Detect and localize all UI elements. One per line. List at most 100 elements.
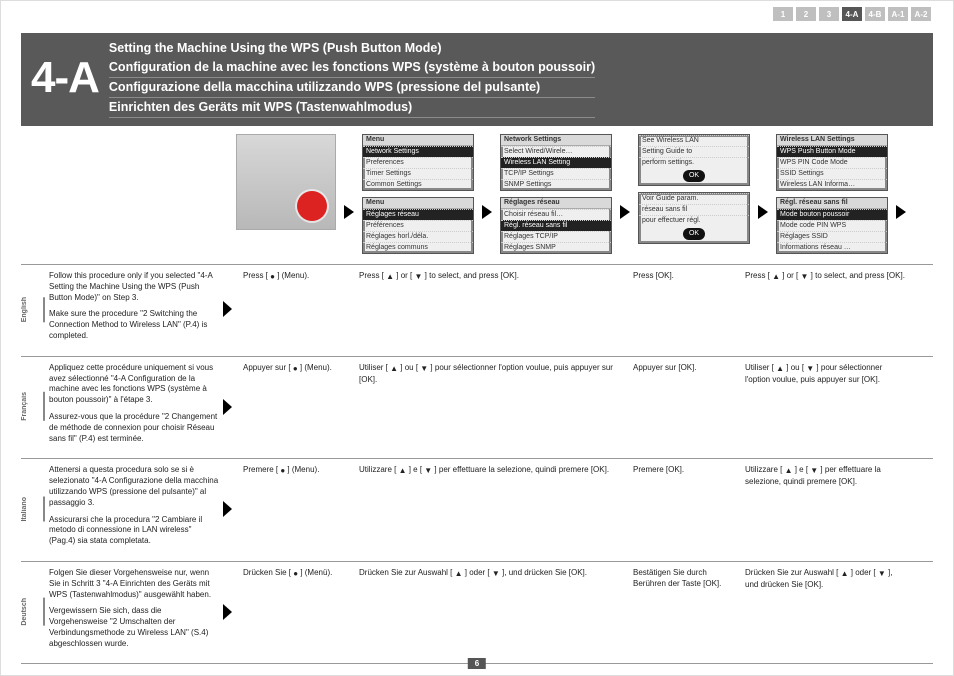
col-select-updown: Utilizzare [ ▲ ] e [ ▼ ] per effettuare … (359, 465, 629, 477)
lcd-row: Timer Settings (363, 168, 473, 179)
arrow-icon (223, 501, 232, 517)
lcd-row: SSID Settings (777, 168, 887, 179)
down-arrow-icon: ▼ (492, 569, 500, 580)
lang-tab: English (21, 297, 45, 322)
col-select-updown: Drücken Sie zur Auswahl [ ▲ ] oder [ ▼ ]… (359, 568, 629, 580)
up-arrow-icon: ▲ (455, 569, 463, 580)
lcd-row: Réglages réseau (363, 209, 473, 220)
up-arrow-icon: ▲ (776, 364, 784, 375)
lcd-row: Mode code PIN WPS (777, 220, 887, 231)
lcd-menu-fr: Menu Réglages réseau Préférences Réglage… (362, 197, 474, 254)
row-deutsch: Deutsch Folgen Sie dieser Vorgehensweise… (21, 562, 933, 665)
page-nav-item[interactable]: 1 (773, 7, 793, 21)
col-precondition: Folgen Sie dieser Vorgehensweise nur, we… (49, 568, 219, 656)
col-select-updown-2: Press [ ▲ ] or [ ▼ ] to select, and pres… (745, 271, 905, 283)
title-en: Setting the Machine Using the WPS (Push … (109, 39, 595, 58)
page-nav-item[interactable]: 2 (796, 7, 816, 21)
arrow-icon (223, 399, 232, 415)
title-it: Configurazione della macchina utilizzand… (109, 78, 595, 98)
page-nav-item[interactable]: A-1 (888, 7, 908, 21)
lcd-row: Préférences (363, 220, 473, 231)
lcd-row: Régl. réseau sans fil (501, 220, 611, 231)
lcd-caption: Menu (363, 198, 473, 209)
lcd-row: Mode bouton poussoir (777, 209, 887, 220)
lcd-row: Network Settings (363, 146, 473, 157)
lcd-row: pour effectuer régl. (639, 215, 749, 226)
lcd-row: Wireless LAN Setting (501, 157, 611, 168)
arrow-icon (482, 205, 492, 219)
down-arrow-icon: ▼ (806, 364, 814, 375)
down-arrow-icon: ▼ (810, 466, 818, 477)
lcd-row: TCP/IP Settings (501, 168, 611, 179)
lcd-row: Informations réseau … (777, 242, 887, 253)
manual-page: 1 2 3 4-A 4-B A-1 A-2 4-A Setting the Ma… (0, 0, 954, 676)
lcd-wlan-en: Wireless LAN Settings WPS Push Button Mo… (776, 134, 888, 191)
lcd-caption: Network Settings (501, 135, 611, 146)
lcd-caption: Menu (363, 135, 473, 146)
up-arrow-icon: ▲ (772, 272, 780, 283)
arrow-icon (758, 205, 768, 219)
lcd-row: Wireless LAN Informa… (777, 179, 887, 190)
row-english: English Follow this procedure only if yo… (21, 265, 933, 357)
up-arrow-icon: ▲ (386, 272, 394, 283)
lcd-row: réseau sans fil (639, 204, 749, 215)
col-select-updown: Press [ ▲ ] or [ ▼ ] to select, and pres… (359, 271, 629, 283)
lcd-row: Select Wired/Wirele… (501, 146, 611, 157)
col-precondition: Follow this procedure only if you select… (49, 271, 219, 348)
arrow-icon (223, 604, 232, 620)
lcd-net-fr: Réglages réseau Choisir réseau fil… Régl… (500, 197, 612, 254)
col-select-updown: Utiliser [ ▲ ] ou [ ▼ ] pour sélectionne… (359, 363, 629, 386)
title-fr: Configuration de la machine avec les fon… (109, 58, 595, 78)
down-arrow-icon: ▼ (424, 466, 432, 477)
col-press-menu: Press [ ● ] (Menu). (243, 271, 355, 283)
lcd-caption: Wireless LAN Settings (777, 135, 887, 146)
lcd-row: Réglages communs (363, 242, 473, 253)
col-press-ok: Appuyer sur [OK]. (633, 363, 741, 374)
col-select-updown-2: Utilizzare [ ▲ ] e [ ▼ ] per effettuare … (745, 465, 905, 488)
ok-button-icon: OK (683, 228, 705, 240)
down-arrow-icon: ▼ (878, 569, 886, 580)
instruction-grid: English Follow this procedure only if yo… (21, 264, 933, 665)
arrow-icon (620, 205, 630, 219)
page-nav-item-active[interactable]: 4-A (842, 7, 862, 21)
col-press-menu: Appuyer sur [ ● ] (Menu). (243, 363, 355, 375)
col-precondition: Attenersi a questa procedura solo se si … (49, 465, 219, 553)
col-precondition: Appliquez cette procédure uniquement si … (49, 363, 219, 451)
lcd-row: Réglages TCP/IP (501, 231, 611, 242)
device-illustration (236, 134, 336, 230)
page-nav-item[interactable]: A-2 (911, 7, 931, 21)
section-label: 4-A (31, 56, 99, 100)
ok-button-icon: OK (683, 170, 705, 182)
lang-tab: Français (21, 392, 45, 421)
arrow-icon (223, 301, 232, 317)
lcd-net-en: Network Settings Select Wired/Wirele… Wi… (500, 134, 612, 191)
col-press-menu: Drücken Sie [ ● ] (Menü). (243, 568, 355, 580)
lcd-row: WPS PIN Code Mode (777, 157, 887, 168)
lcd-row: Réglages SNMP (501, 242, 611, 253)
col-press-ok: Premere [OK]. (633, 465, 741, 476)
arrow-icon (896, 205, 906, 219)
arrow-icon (344, 205, 354, 219)
screens-row: Menu Network Settings Preferences Timer … (21, 134, 933, 254)
lcd-row: WPS Push Button Mode (777, 146, 887, 157)
down-arrow-icon: ▼ (420, 364, 428, 375)
lcd-menu-en: Menu Network Settings Preferences Timer … (362, 134, 474, 191)
lcd-row: Voir Guide param. (639, 193, 749, 204)
lcd-caption: Régl. réseau sans fil (777, 198, 887, 209)
section-title-bar: 4-A Setting the Machine Using the WPS (P… (21, 33, 933, 126)
lcd-row: Preferences (363, 157, 473, 168)
page-nav-item[interactable]: 4-B (865, 7, 885, 21)
col-select-updown-2: Utiliser [ ▲ ] ou [ ▼ ] pour sélectionne… (745, 363, 905, 386)
lcd-row: Réglages horl./déla. (363, 231, 473, 242)
up-arrow-icon: ▲ (390, 364, 398, 375)
lcd-row: perform settings. (639, 157, 749, 168)
up-arrow-icon: ▲ (841, 569, 849, 580)
lcd-row: Choisir réseau fil… (501, 209, 611, 220)
page-nav-item[interactable]: 3 (819, 7, 839, 21)
lcd-caption: Réglages réseau (501, 198, 611, 209)
col-press-menu: Premere [ ● ] (Menu). (243, 465, 355, 477)
row-francais: Français Appliquez cette procédure uniqu… (21, 357, 933, 460)
title-de: Einrichten des Geräts mit WPS (Tastenwah… (109, 98, 595, 118)
page-number: 6 (468, 658, 486, 669)
lang-tab: Italiano (21, 497, 45, 522)
